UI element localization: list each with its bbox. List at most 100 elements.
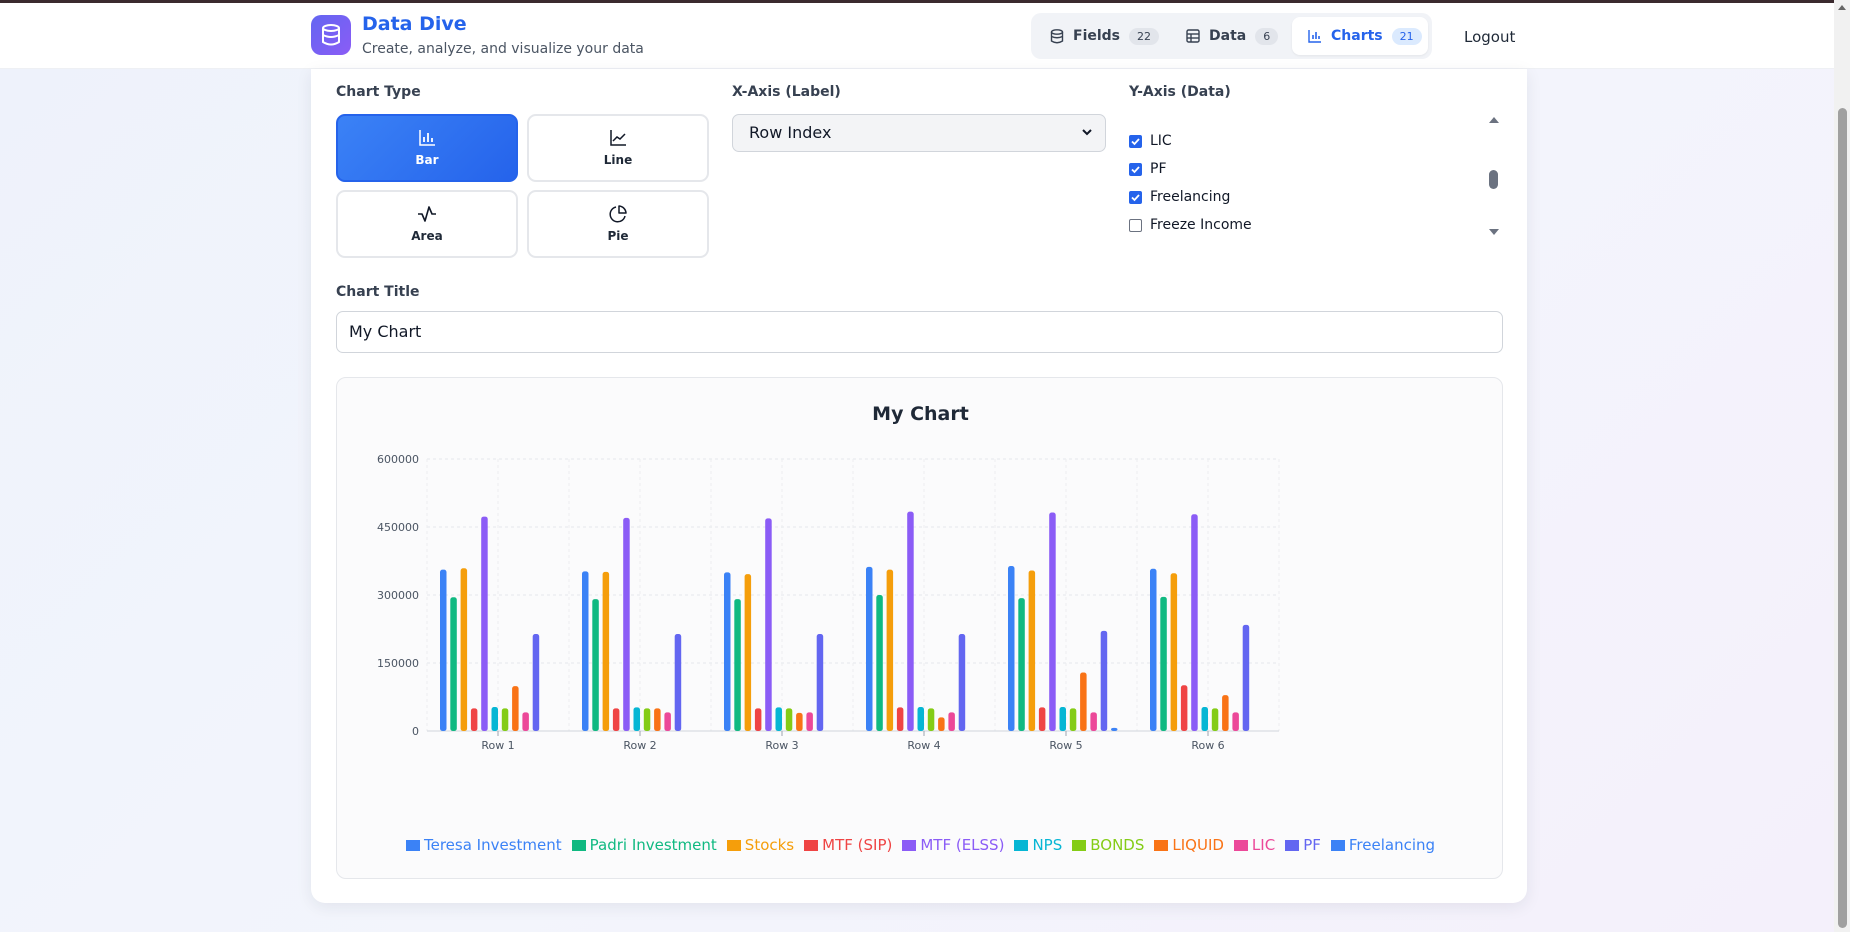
legend-swatch [1072, 839, 1087, 851]
x-tick-label: Row 5 [1049, 739, 1082, 752]
y-field-pf[interactable]: PF [1129, 161, 1167, 177]
chart-title-input[interactable]: My Chart [336, 311, 1503, 353]
legend-swatch [1285, 839, 1300, 851]
legend-item[interactable]: BONDS [1072, 836, 1144, 854]
legend-item[interactable]: MTF (ELSS) [902, 836, 1004, 854]
legend-item[interactable]: LIC [1233, 836, 1276, 854]
chart-preview-panel: My Chart 0 150000 300000 450000 600000 Row 1R… [336, 377, 1503, 879]
bar-nps [775, 707, 782, 731]
tab-charts[interactable]: Charts 21 [1292, 17, 1428, 55]
legend-swatch [571, 839, 586, 851]
y-tick-label: 0 [412, 725, 419, 738]
tab-fields-label: Fields [1073, 28, 1121, 44]
bar-teresa-investment [1150, 568, 1157, 731]
bar-teresa-investment [582, 571, 589, 731]
legend-item[interactable]: MTF (SIP) [804, 836, 892, 854]
bar-pf [958, 633, 966, 731]
table-icon [1186, 29, 1200, 43]
checkbox-checked-icon[interactable] [1129, 190, 1142, 204]
y-field-freelancing[interactable]: Freelancing [1129, 189, 1230, 205]
y-tick-label: 300000 [377, 589, 419, 602]
bar-stocks [886, 569, 894, 731]
tab-data[interactable]: Data 6 [1186, 17, 1279, 55]
bar-stocks [460, 568, 468, 731]
window-scrollbar-thumb[interactable] [1838, 108, 1847, 928]
bar-teresa-investment [724, 572, 731, 731]
legend-item[interactable]: Teresa Investment [405, 836, 562, 854]
bar-teresa-investment [440, 569, 447, 731]
y-axis-field-list[interactable]: LIC PF Freelancing Freeze Income [1129, 114, 1509, 244]
tab-fields-count: 22 [1129, 27, 1160, 45]
bar-padri-investment [876, 595, 883, 731]
chevron-down-icon [1082, 129, 1092, 136]
tab-fields[interactable]: Fields 22 [1050, 17, 1160, 55]
y-field-label: Freeze Income [1150, 217, 1252, 233]
legend-item[interactable]: Stocks [726, 836, 795, 854]
legend-label: MTF (SIP) [822, 836, 893, 854]
bar-mtf-elss- [623, 517, 630, 731]
bar-lic [806, 712, 813, 731]
bar-mtf-elss- [481, 516, 488, 731]
legend-swatch [1330, 839, 1345, 851]
logout-button[interactable]: Logout [1464, 28, 1515, 46]
bar-lic [522, 712, 529, 731]
legend-item[interactable]: LIQUID [1154, 836, 1224, 854]
legend-swatch [726, 839, 741, 851]
x-axis-label: X-Axis (Label) [732, 84, 841, 100]
bar-stocks [602, 571, 610, 731]
bar-mtf-sip- [612, 708, 620, 731]
bar-lic [664, 712, 671, 731]
list-scroll-down-icon[interactable] [1489, 229, 1499, 235]
checkbox-checked-icon[interactable] [1129, 162, 1142, 176]
legend-label: Stocks [744, 836, 795, 854]
y-field-lic[interactable]: LIC [1129, 133, 1172, 149]
list-scroll-up-icon[interactable] [1489, 117, 1499, 123]
chart-type-label: Chart Type [336, 84, 421, 100]
bar-mtf-elss- [1049, 512, 1056, 731]
window-scroll-up-icon[interactable] [1838, 5, 1846, 10]
legend-label: BONDS [1090, 836, 1145, 854]
legend-item[interactable]: Padri Investment [571, 836, 717, 854]
list-scrollbar-thumb[interactable] [1489, 170, 1498, 189]
database-icon [1050, 28, 1064, 43]
legend-label: Teresa Investment [423, 836, 562, 854]
tab-data-label: Data [1209, 28, 1247, 44]
y-tick-label: 600000 [377, 453, 419, 466]
bar-liquid [1222, 695, 1229, 731]
bar-nps [491, 706, 498, 731]
chart-type-bar-label: Bar [415, 153, 439, 167]
bar-pf [816, 633, 824, 731]
chart-type-bar-button[interactable]: Bar [336, 114, 518, 182]
tab-charts-label: Charts [1331, 28, 1383, 44]
legend-item[interactable]: Freelancing [1330, 836, 1435, 854]
x-axis-select[interactable]: Row Index [732, 114, 1106, 152]
legend-item[interactable]: NPS [1014, 836, 1062, 854]
legend-label: PF [1303, 836, 1321, 854]
bar-chart: 0 150000 300000 450000 600000 Row 1 Row 2 Row 3… [377, 453, 1280, 752]
tab-data-count: 6 [1255, 27, 1279, 45]
checkbox-checked-icon[interactable] [1129, 134, 1142, 148]
y-field-label: LIC [1150, 133, 1172, 149]
bar-liquid [654, 708, 661, 731]
bar-freelancing [1111, 727, 1118, 731]
legend-label: MTF (ELSS) [920, 836, 1005, 854]
bar-padri-investment [592, 599, 599, 731]
checkbox-unchecked-icon[interactable] [1129, 218, 1142, 232]
x-axis-selected-value: Row Index [749, 123, 832, 142]
bar-pf [1100, 630, 1108, 731]
bar-liquid [1080, 672, 1087, 731]
bar-mtf-elss- [907, 511, 914, 731]
bar-nps [1201, 706, 1208, 731]
legend-item[interactable]: PF [1285, 836, 1321, 854]
bar-liquid [938, 717, 945, 731]
bar-bonds [927, 708, 935, 731]
chart-type-line-button[interactable]: Line [527, 114, 709, 182]
bar-mtf-sip- [754, 708, 762, 731]
chart-type-pie-button[interactable]: Pie [527, 190, 709, 258]
y-field-freeze-income[interactable]: Freeze Income [1129, 217, 1252, 233]
legend-label: LIC [1251, 836, 1276, 854]
bar-nps [917, 706, 924, 731]
legend-swatch [804, 839, 819, 851]
chart-type-area-button[interactable]: Area [336, 190, 518, 258]
legend-swatch [405, 839, 420, 851]
